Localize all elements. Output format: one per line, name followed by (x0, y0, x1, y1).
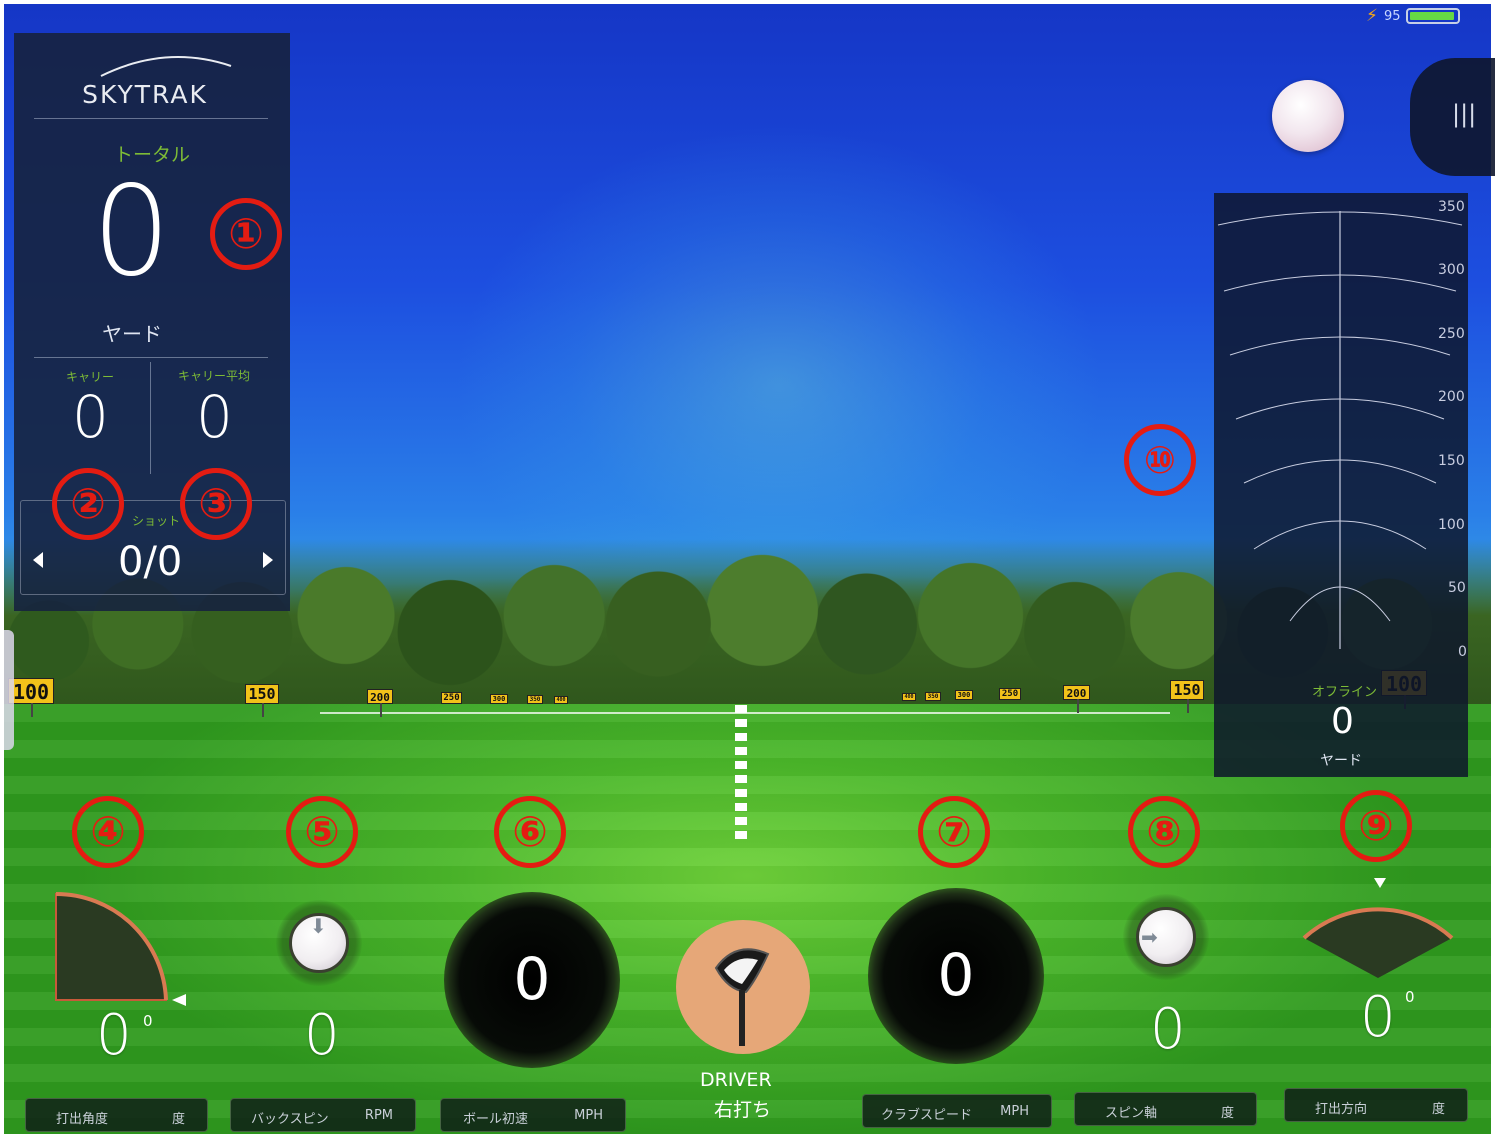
next-shot-arrow-icon[interactable] (263, 552, 273, 568)
launch-direction-button[interactable]: 打出方向 度 (1284, 1088, 1468, 1122)
backspin-button[interactable]: バックスピン RPM (230, 1098, 416, 1132)
range-sign: 150 (1170, 680, 1204, 713)
launch-direction-degree: 0 (1405, 988, 1415, 1006)
status-bar: ⚡ 95 (1366, 6, 1461, 26)
skytrak-logo-arc (100, 56, 232, 77)
launch-angle-value: 0 (96, 1003, 132, 1068)
launch-angle-degree: 0 (143, 1012, 153, 1030)
spin-axis-button[interactable]: スピン軸 度 (1074, 1092, 1257, 1126)
range-sign: 250 (999, 688, 1021, 700)
menu-icon: ||| (1452, 100, 1477, 128)
club-speed-dial: 0 (868, 888, 1044, 1064)
range-sign: 200 (1063, 685, 1090, 713)
scale-tick-label: 100 (1438, 517, 1465, 533)
callout-8: ⑧ (1128, 796, 1200, 868)
offline-unit: ヤード (1320, 753, 1362, 769)
callout-10: ⑩ (1124, 424, 1196, 496)
shots-label: ショット (132, 514, 181, 528)
battery-fill (1410, 12, 1455, 20)
range-sign: 300 (490, 694, 508, 704)
target-center-line (735, 705, 747, 840)
ball-speed-dial: 0 (444, 892, 620, 1068)
carry-average-value: 0 (196, 383, 233, 451)
arrow-right-icon: ➡ (1141, 925, 1158, 949)
launch-direction-gauge (1302, 878, 1454, 978)
range-sign: 350 (527, 695, 543, 704)
scale-tick-label: 350 (1438, 199, 1465, 215)
bottom-button-label: バックスピン (251, 1112, 329, 1127)
bottom-button-unit: 度 (1431, 1102, 1445, 1117)
carry-value: 0 (72, 383, 109, 451)
range-sign: 100 (8, 678, 54, 717)
scale-tick-label: 50 (1448, 580, 1466, 596)
scale-tick-label: 200 (1438, 389, 1465, 405)
callout-7: ⑦ (918, 796, 990, 868)
bottom-button-unit: RPM (364, 1108, 393, 1123)
side-drawer-handle[interactable] (4, 630, 14, 750)
shots-value: 0/0 (118, 539, 183, 585)
dispersion-chart (1217, 211, 1463, 649)
callout-1: ① (210, 198, 282, 270)
spin-axis-value: 0 (1150, 997, 1186, 1062)
spin-axis-gauge: ➡ (1123, 894, 1209, 980)
range-sign: 150 (245, 684, 279, 717)
club-selector-button[interactable] (676, 920, 810, 1054)
club-name: DRIVER (700, 1069, 772, 1091)
callout-2: ② (52, 468, 124, 540)
scale-tick-label: 150 (1438, 453, 1465, 469)
launch-direction-value: 0 (1360, 985, 1396, 1050)
battery-percentage: 95 (1383, 8, 1401, 24)
handedness: 右打ち (714, 1099, 772, 1121)
range-sign: 200 (367, 689, 393, 717)
ball-button[interactable] (1272, 80, 1344, 152)
bottom-button-label: 打出角度 (56, 1112, 109, 1127)
bolt-icon: ⚡ (1366, 6, 1378, 26)
bottom-button-label: 打出方向 (1315, 1102, 1368, 1117)
range-sign: 400 (554, 696, 568, 704)
callout-3: ③ (180, 468, 252, 540)
previous-shot-arrow-icon[interactable] (33, 552, 43, 568)
range-sign: 400 (902, 693, 916, 701)
skytrak-logo: SKYTRAK (82, 80, 208, 109)
range-sign: 250 (441, 692, 462, 704)
scale-tick-label: 300 (1438, 262, 1465, 278)
divider (34, 118, 268, 119)
total-unit: ヤード (102, 322, 162, 346)
callout-5: ⑤ (286, 796, 358, 868)
launch-angle-button[interactable]: 打出角度 度 (25, 1098, 208, 1132)
ball-speed-value: 0 (513, 945, 551, 1013)
backspin-gauge: ⬇ (276, 900, 362, 986)
divider-vertical (150, 362, 151, 474)
arrow-down-icon: ⬇ (310, 914, 327, 938)
callout-6: ⑥ (494, 796, 566, 868)
carry-average-label: キャリー平均 (178, 369, 251, 383)
range-sign: 350 (925, 692, 941, 701)
driver-club-icon (714, 948, 770, 1046)
bottom-button-label: クラブスピード (881, 1108, 973, 1123)
bottom-button-label: ボール初速 (463, 1112, 529, 1127)
club-speed-value: 0 (937, 941, 975, 1009)
battery-icon (1406, 8, 1461, 24)
launch-angle-gauge (55, 892, 186, 1006)
range-sign: 300 (955, 690, 973, 700)
scale-tick-label: 0 (1458, 644, 1467, 660)
bottom-button-unit: MPH (1000, 1104, 1029, 1119)
callout-9: ⑨ (1340, 790, 1412, 862)
bottom-button-unit: 度 (1220, 1106, 1234, 1121)
bottom-button-unit: MPH (574, 1108, 603, 1123)
total-distance-value: 0 (92, 160, 171, 304)
scale-tick-label: 250 (1438, 326, 1465, 342)
backspin-value: 0 (304, 1003, 340, 1068)
callout-4: ④ (72, 796, 144, 868)
offline-label: オフライン (1312, 685, 1378, 700)
offline-value: 0 (1331, 701, 1354, 742)
divider (34, 357, 268, 358)
bottom-button-label: スピン軸 (1105, 1106, 1158, 1121)
ball-speed-button[interactable]: ボール初速 MPH (440, 1098, 626, 1132)
menu-button[interactable]: ||| (1410, 58, 1495, 176)
club-speed-button[interactable]: クラブスピード MPH (862, 1094, 1052, 1128)
bottom-button-unit: 度 (171, 1112, 185, 1127)
